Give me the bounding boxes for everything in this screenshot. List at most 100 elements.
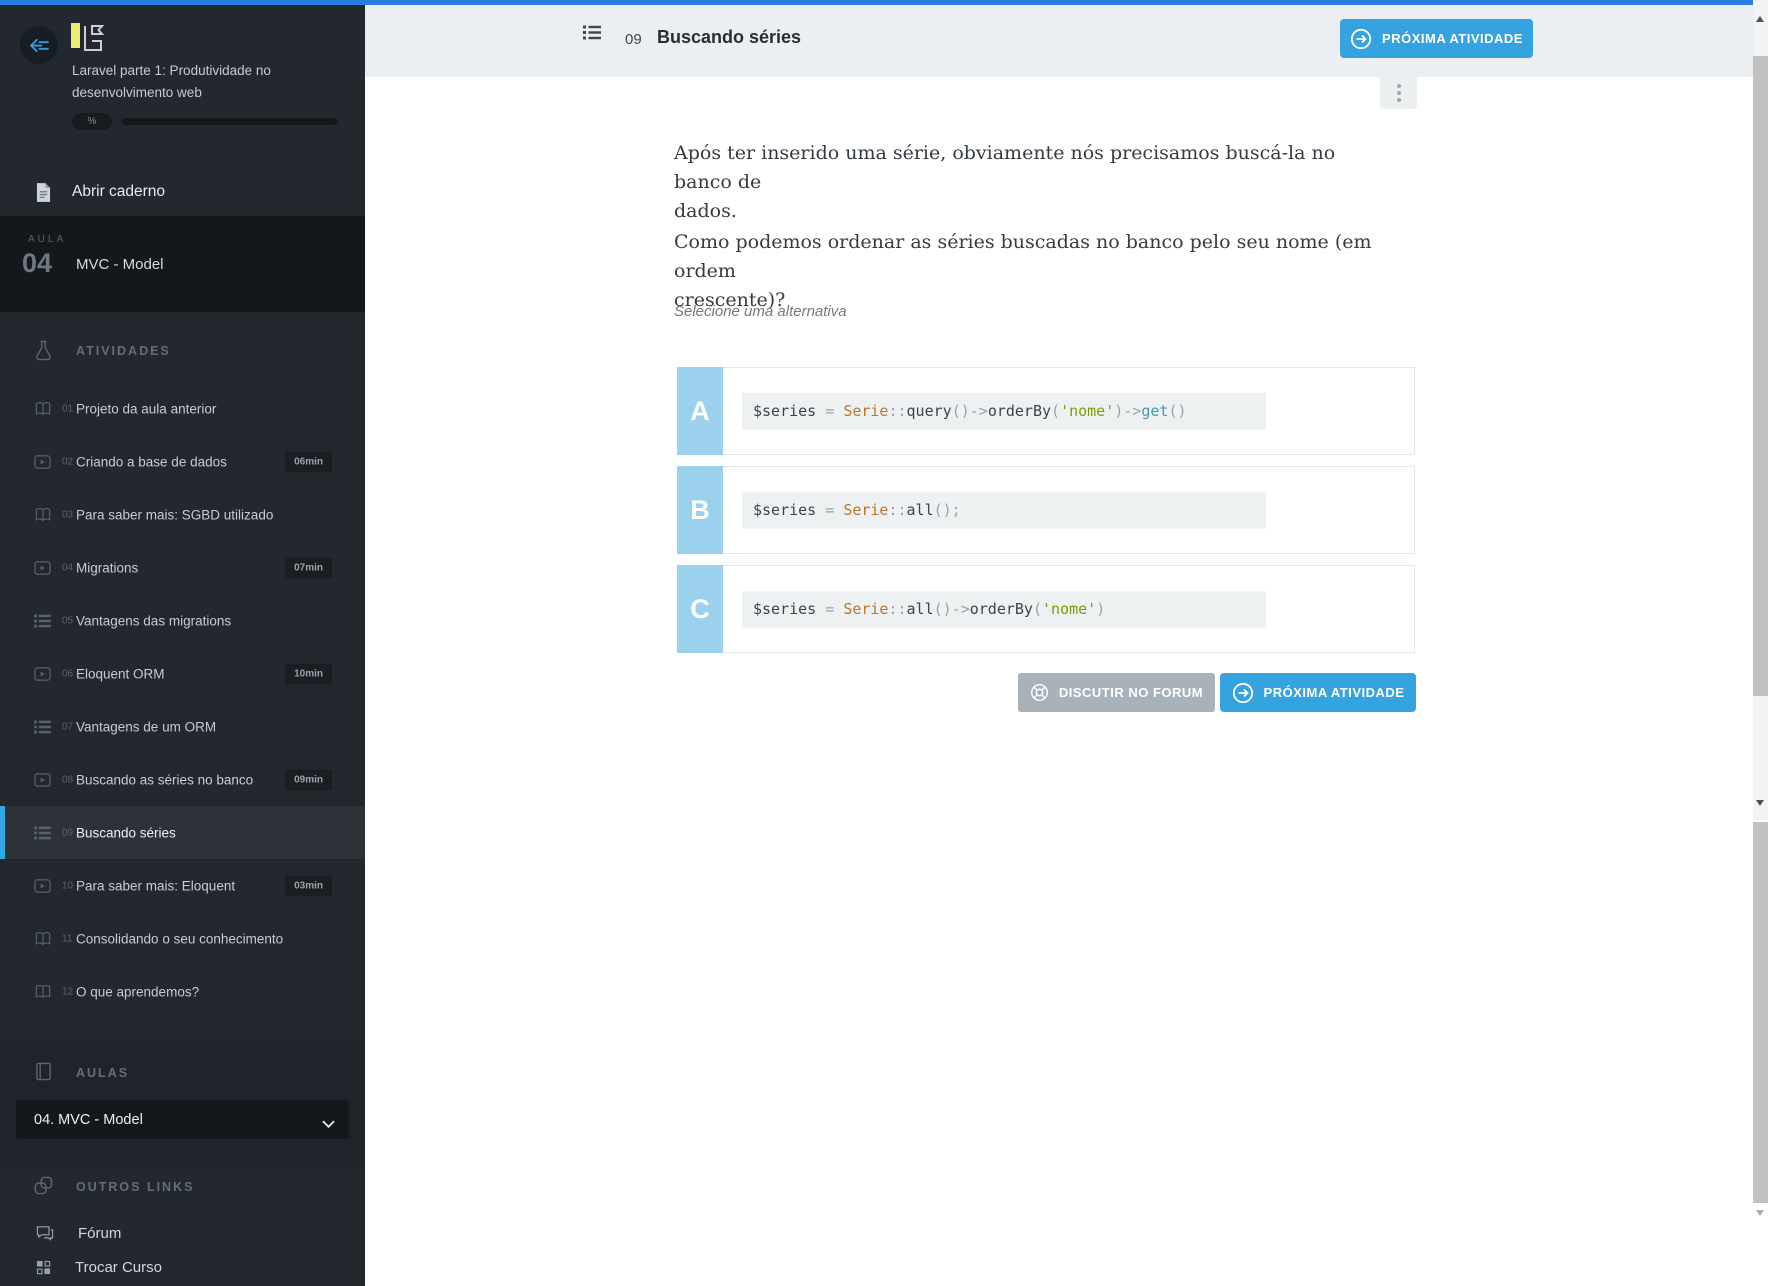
sidebar-activity-02[interactable]: 02 Criando a base de dados 06min — [0, 435, 365, 488]
footer-actions: DISCUTIR NO FORUM PRÓXIMA ATIVIDADE — [1018, 673, 1416, 712]
activity-label: Eloquent ORM — [76, 666, 165, 681]
sidebar-activity-09[interactable]: 09 Buscando séries — [0, 806, 365, 859]
scrollbar-thumb-lower[interactable] — [1753, 822, 1768, 1203]
list-icon — [34, 614, 51, 627]
activity-label: Consolidando o seu conhecimento — [76, 931, 284, 946]
activity-number: 09 — [625, 31, 642, 48]
activity-label: Projeto da aula anterior — [76, 401, 217, 416]
activity-duration-badge: 03min — [285, 875, 332, 896]
open-notebook-button[interactable]: Abrir caderno — [0, 168, 365, 216]
chevron-down-icon — [322, 1116, 335, 1132]
activities-list: 01 Projeto da aula anterior 02 Criando a ba… — [0, 382, 365, 1018]
video-icon — [34, 878, 51, 893]
next-activity-button-bottom[interactable]: PRÓXIMA ATIVIDADE — [1220, 673, 1416, 712]
sidebar-link-fórum[interactable]: Fórum — [0, 1216, 365, 1250]
lesson-title: MVC - Model — [76, 256, 164, 273]
activity-number: 08 — [62, 774, 74, 785]
sidebar-link-trocar-curso[interactable]: Trocar Curso — [0, 1250, 365, 1284]
activity-label: O que aprendemos? — [76, 984, 200, 999]
other-links-header-label: OUTROS LINKS — [76, 1180, 195, 1194]
link-icon — [34, 1176, 53, 1200]
video-icon — [34, 666, 51, 681]
lessons-header: AULAS — [0, 1062, 365, 1086]
document-icon — [36, 182, 51, 202]
circle-arrow-icon — [1350, 28, 1372, 50]
activity-number: 11 — [62, 933, 73, 944]
alternative-body: $series = Serie:: all (); — [723, 466, 1415, 554]
sidebar-link-label: Trocar Curso — [75, 1258, 162, 1276]
activity-label: Criando a base de dados — [76, 454, 227, 469]
activity-number: 02 — [62, 456, 74, 467]
back-arrow-icon — [29, 38, 50, 53]
next-activity-label: PRÓXIMA ATIVIDADE — [1382, 31, 1523, 46]
activity-title: Buscando séries — [657, 27, 802, 47]
current-lesson-banner: AULA 04 MVC - Model — [0, 216, 365, 312]
sidebar-activity-04[interactable]: 04 Migrations 07min — [0, 541, 365, 594]
book-icon — [34, 507, 52, 523]
question-paragraph: Após ter inserido uma série, obviamente … — [674, 142, 1336, 222]
activity-number: 12 — [62, 986, 74, 997]
question-content: Após ter inserido uma série, obviamente … — [365, 77, 1753, 1286]
scroll-up-arrow[interactable] — [1756, 16, 1764, 22]
sidebar-activity-08[interactable]: 08 Buscando as séries no banco 09min — [0, 753, 365, 806]
lesson-select[interactable]: 04. MVC - Model — [16, 1100, 349, 1139]
alternative-letter: B — [677, 466, 723, 554]
alternative-body: $series = Serie:: all() -> orderBy('nome') — [723, 565, 1415, 653]
chat-icon — [36, 1225, 54, 1241]
circle-arrow-icon — [1232, 682, 1254, 704]
alternative-C[interactable]: C $series = Serie:: all() -> orderBy('nome') — [677, 565, 1415, 653]
sidebar-activity-12[interactable]: 12 O que aprendemos? — [0, 965, 365, 1018]
next-activity-button-top[interactable]: PRÓXIMA ATIVIDADE — [1340, 19, 1533, 58]
discuss-forum-button[interactable]: DISCUTIR NO FORUM — [1018, 673, 1215, 712]
activity-label: Vantagens das migrations — [76, 613, 232, 628]
activity-header: 09 Buscando séries PRÓXIMA ATIVIDADE — [365, 5, 1753, 77]
next-activity-label: PRÓXIMA ATIVIDADE — [1263, 685, 1405, 700]
scrollbar-track-lower[interactable] — [1753, 820, 1768, 1286]
alternative-code: $series = Serie:: all (); — [742, 491, 1266, 529]
activity-number: 07 — [62, 721, 74, 732]
app: Laravel parte 1: Produtividade no desenv… — [0, 0, 1768, 1286]
sidebar-activity-10[interactable]: 10 Para saber mais: Eloquent 03min — [0, 859, 365, 912]
activity-number: 04 — [62, 562, 74, 573]
main-panel: 09 Buscando séries PRÓXIMA ATIVIDADE Apó… — [365, 5, 1753, 1286]
activity-number: 10 — [62, 880, 74, 891]
video-icon — [34, 772, 51, 787]
sidebar-activity-11[interactable]: 11 Consolidando o seu conhecimento — [0, 912, 365, 965]
grid-icon — [36, 1260, 51, 1275]
alternatives-list: A $series = Serie:: query() -> orderBy('nome… — [677, 367, 1415, 653]
activity-label: Para saber mais: Eloquent — [76, 878, 236, 893]
activity-number: 01 — [62, 403, 74, 414]
sidebar-activity-06[interactable]: 06 Eloquent ORM 10min — [0, 647, 365, 700]
scrollbar-thumb[interactable] — [1753, 56, 1768, 696]
scroll-down-arrow-lower[interactable] — [1756, 1210, 1764, 1216]
sidebar-link-label: Fórum — [78, 1224, 122, 1242]
sidebar-activity-05[interactable]: 05 Vantagens das migrations — [0, 594, 365, 647]
book-icon — [34, 931, 52, 947]
discuss-forum-label: DISCUTIR NO FORUM — [1058, 685, 1204, 700]
video-icon — [34, 560, 51, 575]
lesson-select-value: 04. MVC - Model — [34, 1111, 143, 1128]
sidebar-activity-07[interactable]: 07 Vantagens de um ORM — [0, 700, 365, 753]
alternative-A[interactable]: A $series = Serie:: query() -> orderBy('nome… — [677, 367, 1415, 455]
sidebar-activity-01[interactable]: 01 Projeto da aula anterior — [0, 382, 365, 435]
activity-duration-badge: 07min — [285, 557, 332, 578]
collapse-sidebar-button[interactable] — [20, 26, 58, 64]
progress-bar — [122, 118, 338, 125]
scrollbar-track[interactable] — [1753, 0, 1768, 820]
alternative-letter: C — [677, 565, 723, 653]
activity-duration-badge: 10min — [285, 663, 332, 684]
video-icon — [34, 454, 51, 469]
alternative-code: $series = Serie:: query() -> orderBy('nome'… — [742, 392, 1266, 430]
question-paragraph: Como podemos ordenar as séries buscadas … — [674, 231, 1372, 311]
alternative-B[interactable]: B $series = Serie:: all (); — [677, 466, 1415, 554]
activity-number: 05 — [62, 615, 74, 626]
activity-duration-badge: 06min — [285, 451, 332, 472]
activity-number: 09 — [62, 827, 74, 838]
scroll-down-arrow[interactable] — [1756, 800, 1764, 806]
lifebuoy-icon — [1030, 683, 1049, 702]
course-title: Laravel parte 1: Produtividade no desenv… — [72, 63, 271, 100]
lesson-number: 04 — [22, 248, 53, 278]
activity-label: Buscando as séries no banco — [76, 772, 254, 787]
scrollbar — [1753, 0, 1768, 1286]
sidebar-activity-03[interactable]: 03 Para saber mais: SGBD utilizado — [0, 488, 365, 541]
